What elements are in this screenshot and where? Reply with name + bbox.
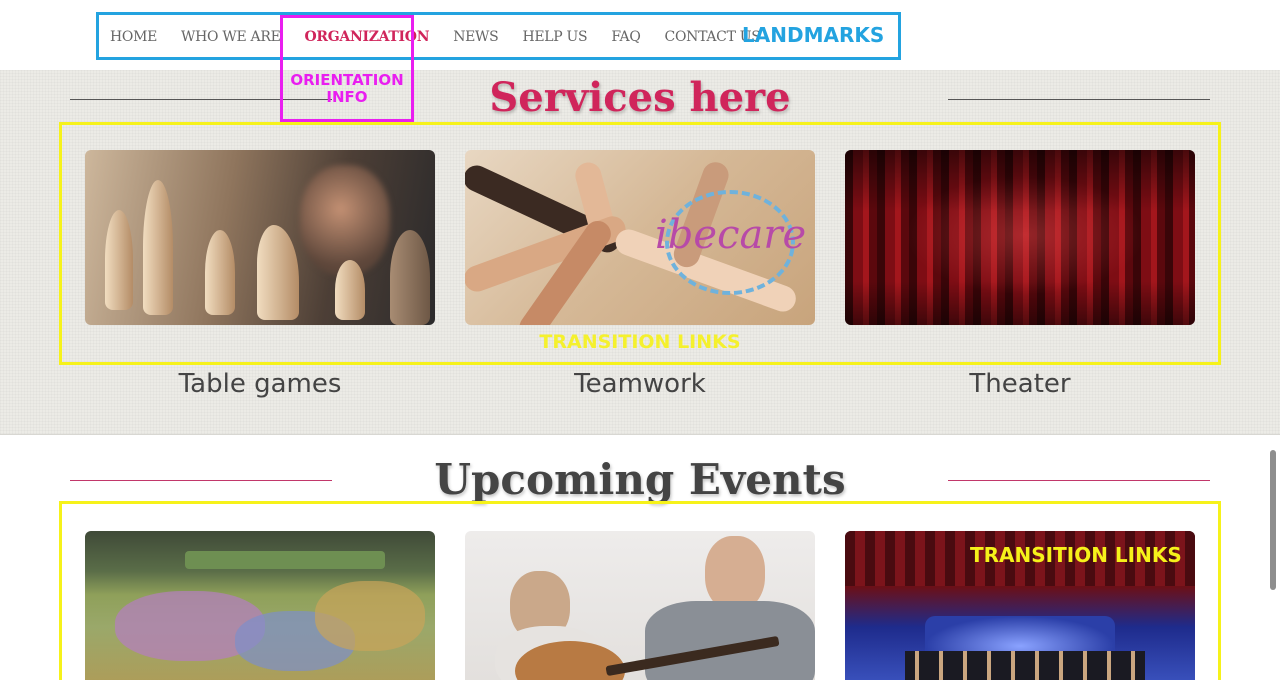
service-caption-theater[interactable]: Theater: [845, 369, 1195, 399]
orientation-info-annotation-label: ORIENTATION INFO: [290, 71, 404, 106]
service-caption-table-games[interactable]: Table games: [85, 369, 435, 399]
transition-links-annotation-label-2: TRANSITION LINKS: [970, 543, 1182, 567]
landmarks-annotation-label: LANDMARKS: [742, 23, 885, 47]
service-caption-teamwork[interactable]: Teamwork: [465, 369, 815, 399]
transition-links-annotation-box-2: [59, 501, 1221, 680]
services-title: Services here: [489, 74, 791, 121]
transition-links-annotation-box: [59, 122, 1221, 365]
page-scrollbar[interactable]: [1270, 450, 1276, 590]
top-navigation: HOME WHO WE ARE ORGANIZATION NEWS HELP U…: [0, 0, 1280, 70]
transition-links-annotation-label: TRANSITION LINKS: [539, 331, 741, 353]
events-title: Upcoming Events: [434, 455, 846, 504]
